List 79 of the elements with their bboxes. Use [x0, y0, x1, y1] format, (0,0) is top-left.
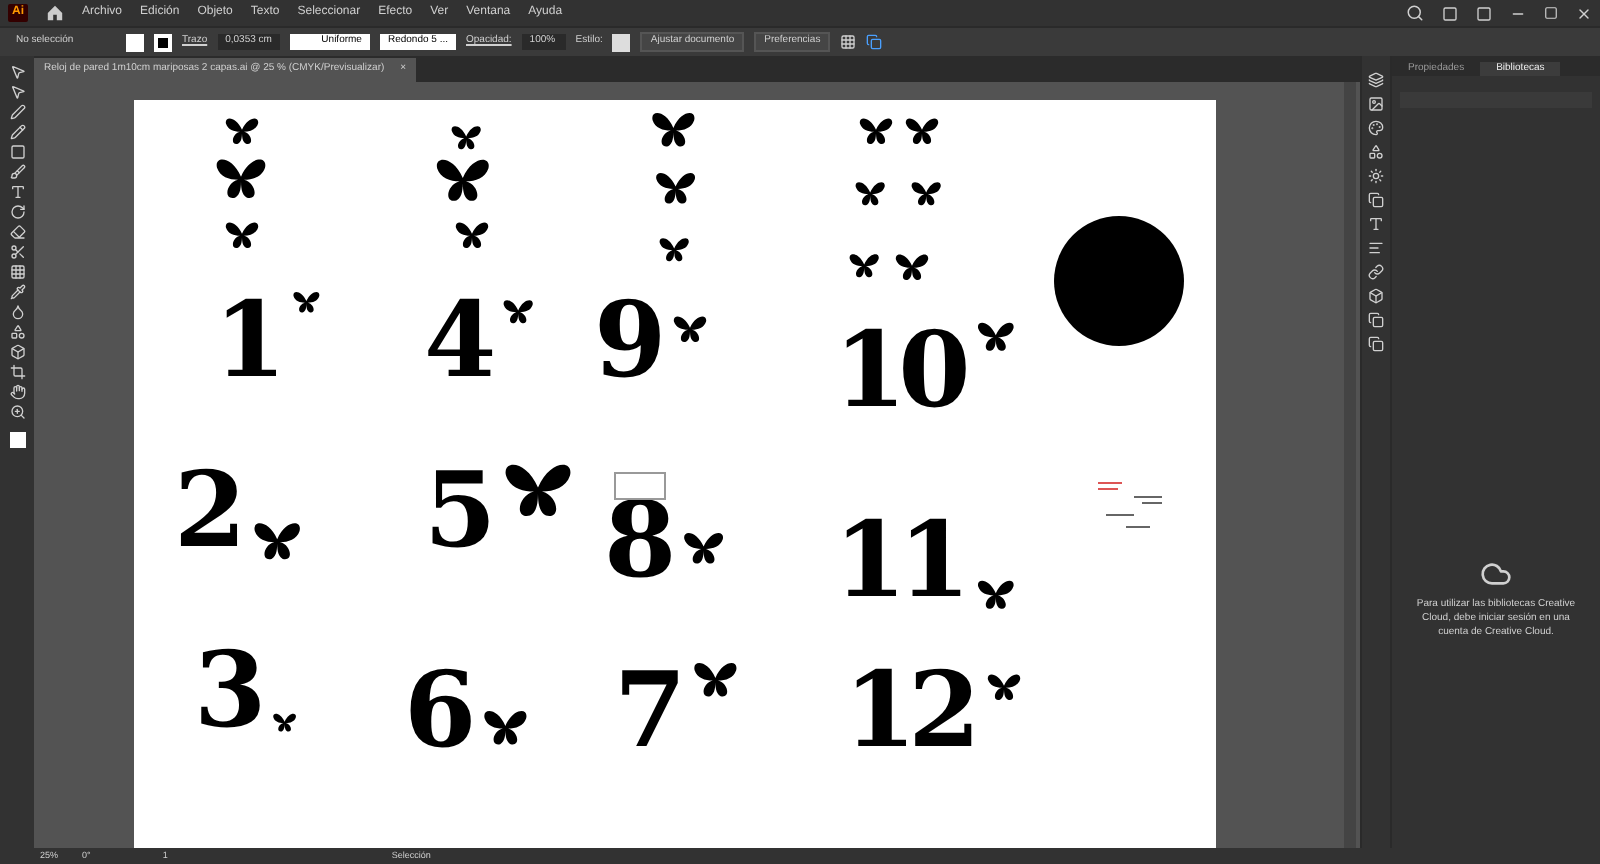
- tool-icon[interactable]: [9, 324, 25, 340]
- clock-numeral: 10: [834, 320, 966, 424]
- butterfly-drawing: [692, 660, 740, 699]
- tool-icon[interactable]: [9, 384, 25, 400]
- tool-icon[interactable]: [9, 304, 25, 320]
- home-icon[interactable]: [46, 4, 64, 22]
- tool-icon[interactable]: [9, 344, 25, 360]
- butterfly-drawing: [672, 314, 709, 344]
- butterfly-drawing: [252, 520, 303, 562]
- clock-numeral: 3: [194, 640, 262, 744]
- butterfly-drawing: [482, 708, 530, 747]
- panel-icon[interactable]: [1368, 216, 1384, 232]
- butterfly-drawing: [292, 290, 322, 314]
- clock-numeral: 6: [404, 660, 472, 764]
- butterfly-drawing: [904, 116, 940, 146]
- tool-icon[interactable]: [9, 204, 25, 220]
- butterfly-drawing: [682, 530, 726, 566]
- clock-numeral: 5: [424, 460, 491, 564]
- tool-icon[interactable]: [9, 264, 25, 280]
- panel-icon[interactable]: [1368, 168, 1384, 184]
- clock-numeral: 9: [594, 290, 662, 394]
- butterfly-drawing: [502, 298, 535, 325]
- align-icon[interactable]: [840, 34, 857, 50]
- butterfly-drawing: [894, 252, 930, 282]
- tool-icon[interactable]: [9, 404, 25, 420]
- panel-icon[interactable]: [1368, 120, 1384, 136]
- fill-swatch[interactable]: [126, 33, 144, 51]
- butterfly-drawing: [450, 124, 483, 151]
- butterfly-drawing: [434, 156, 492, 204]
- butterfly-drawing: [910, 180, 943, 207]
- butterfly-drawing: [976, 578, 1017, 611]
- panel-icon[interactable]: [1368, 192, 1384, 208]
- maximize-icon[interactable]: [1544, 6, 1558, 20]
- tool-icon[interactable]: [9, 184, 25, 200]
- butterfly-drawing: [224, 220, 260, 250]
- panel-icon[interactable]: [1368, 312, 1384, 328]
- butterfly-drawing: [654, 170, 698, 206]
- tool-icon[interactable]: [9, 364, 25, 380]
- close-icon[interactable]: [1576, 5, 1592, 21]
- butterfly-drawing: [272, 712, 298, 733]
- butterfly-drawing: [858, 116, 894, 146]
- tool-icon[interactable]: [9, 244, 25, 260]
- tool-icon[interactable]: [9, 164, 25, 180]
- clock-numeral: 12: [844, 660, 975, 764]
- tool-icon[interactable]: [9, 124, 25, 140]
- butterfly-drawing: [658, 236, 691, 263]
- empty-frame: [614, 472, 666, 500]
- clock-numeral: 4: [424, 290, 492, 394]
- tool-icon[interactable]: [9, 284, 25, 300]
- style-swatch[interactable]: [612, 33, 631, 51]
- butterfly-drawing: [650, 110, 697, 149]
- butterfly-drawing: [454, 220, 490, 250]
- panel-icon[interactable]: [1368, 240, 1384, 256]
- clock-numeral: 11: [834, 510, 965, 614]
- butterfly-drawing: [976, 320, 1017, 353]
- fill-stroke-swatch[interactable]: [9, 432, 25, 448]
- panel-icon[interactable]: [1368, 264, 1384, 280]
- butterfly-drawing: [214, 156, 268, 201]
- butterfly-drawing: [986, 672, 1023, 702]
- text-lines-drawing: [1098, 482, 1162, 528]
- cloud-icon: [1480, 557, 1512, 589]
- panel-icon[interactable]: [1368, 288, 1384, 304]
- clock-numeral: 1: [214, 290, 281, 394]
- tool-icon[interactable]: [9, 144, 25, 160]
- clock-numeral: 8: [604, 490, 672, 594]
- butterfly-drawing: [502, 460, 575, 520]
- clock-numeral: 7: [614, 660, 681, 764]
- butterfly-drawing: [224, 116, 260, 146]
- panel-icon[interactable]: [1368, 336, 1384, 352]
- stroke-swatch[interactable]: [154, 33, 172, 51]
- butterfly-drawing: [854, 180, 887, 207]
- panel-icon[interactable]: [1368, 96, 1384, 112]
- panel-icon[interactable]: [1368, 72, 1384, 88]
- tool-icon[interactable]: [9, 224, 25, 240]
- search-icon[interactable]: [1406, 4, 1424, 22]
- panel-icon[interactable]: [1368, 144, 1384, 160]
- arrange-icon[interactable]: [866, 34, 883, 50]
- butterfly-drawing: [848, 252, 881, 279]
- clock-numeral: 2: [174, 460, 241, 564]
